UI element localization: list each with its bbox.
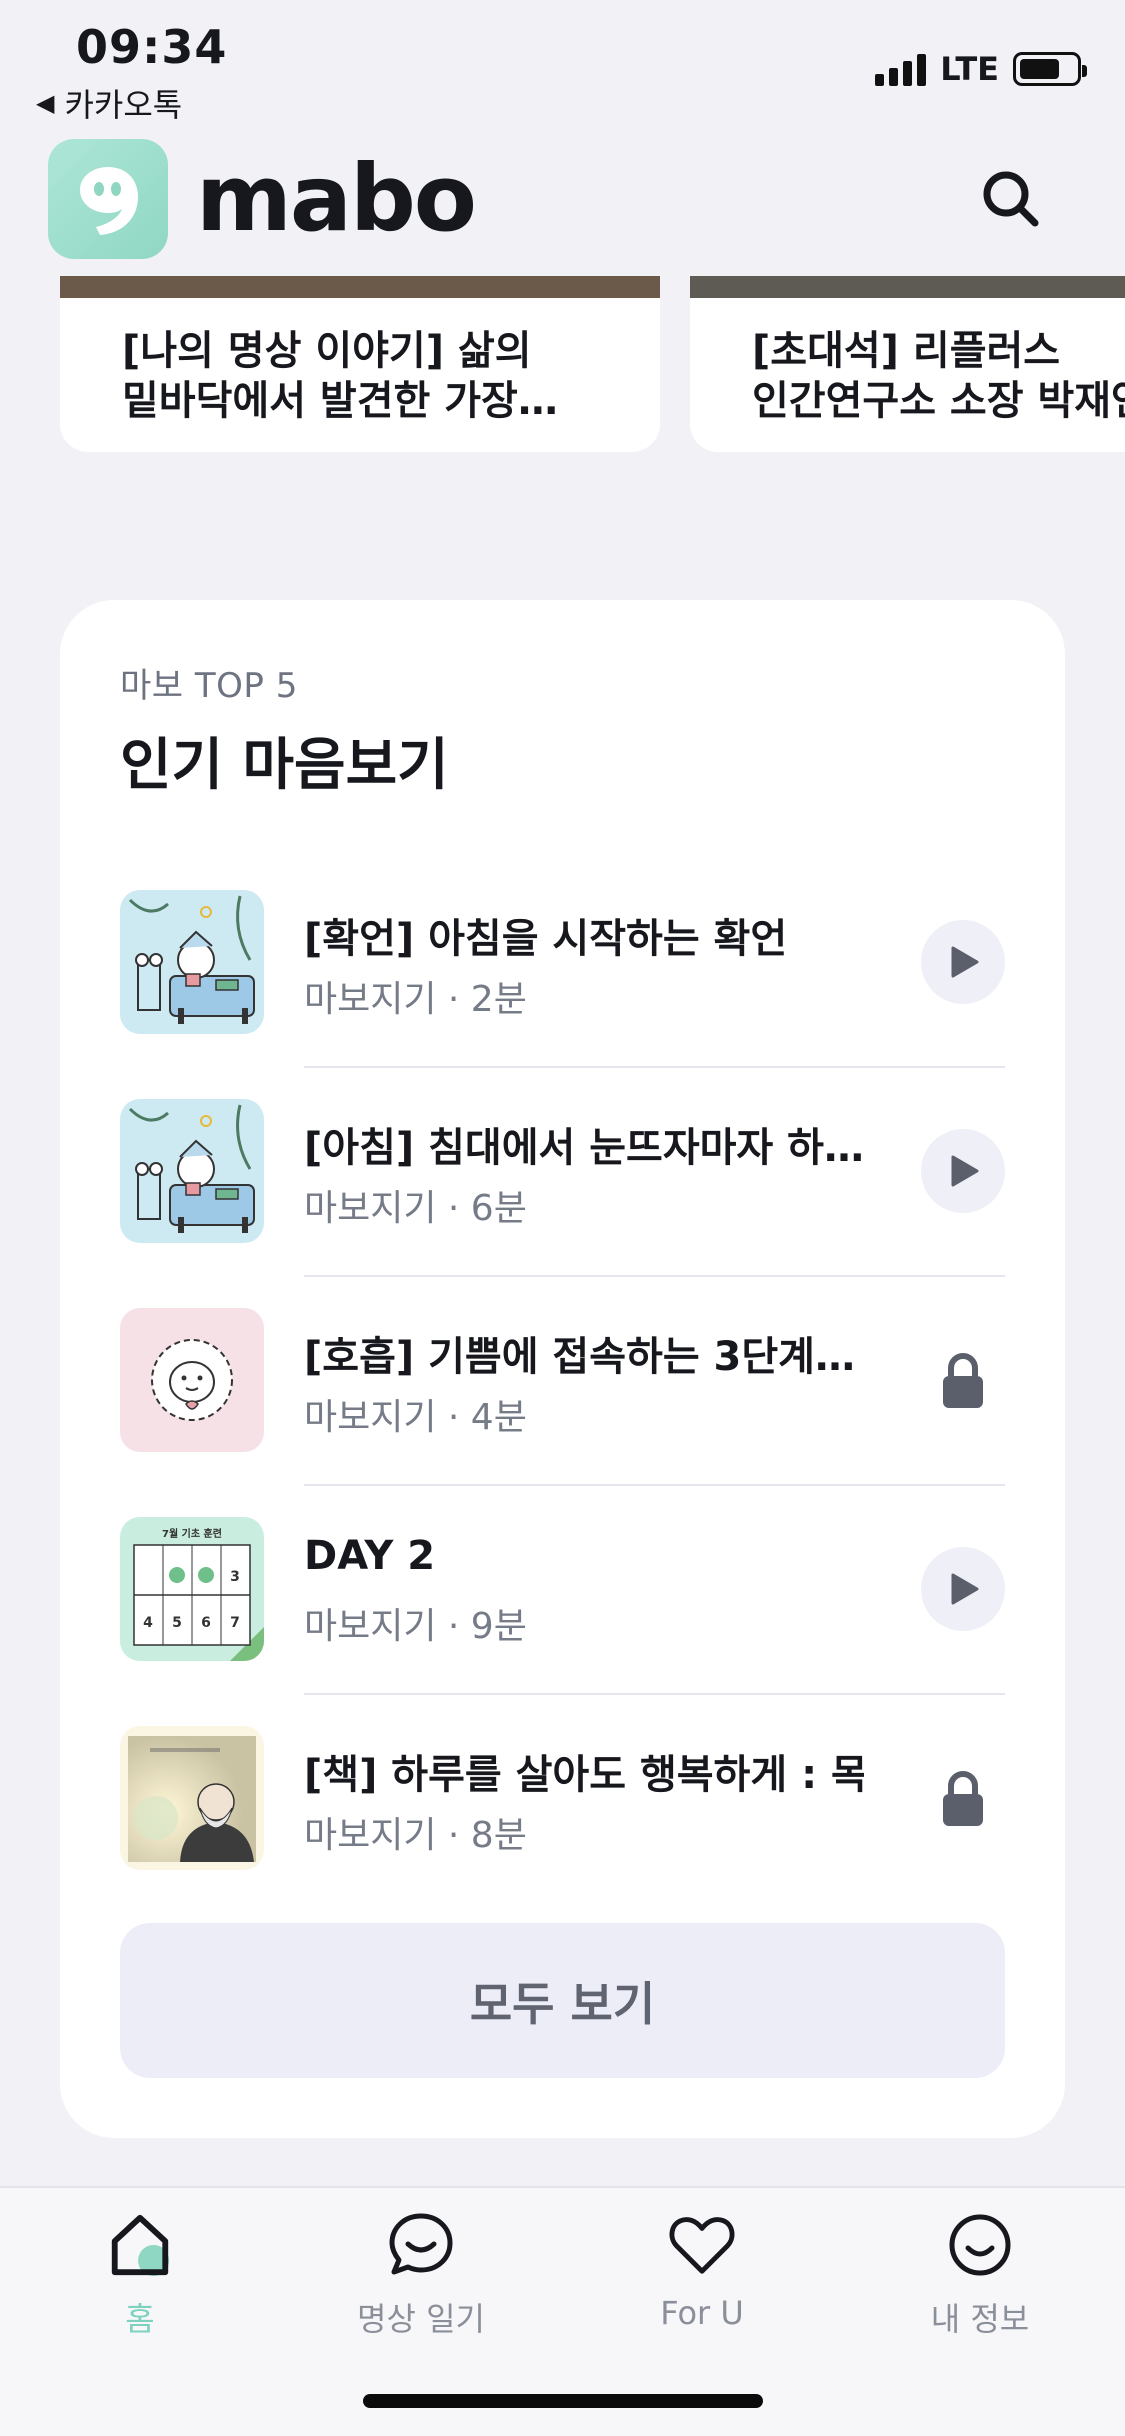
- home-icon: [105, 2210, 175, 2280]
- app-logo-text: mabo: [196, 145, 477, 252]
- play-button[interactable]: [921, 1547, 1005, 1631]
- top5-panel: 마보 TOP 5 인기 마음보기 [확언] 아침을 시작하는 확언 마보지기 ·…: [60, 600, 1065, 2138]
- back-to-app-link[interactable]: ◀ 카카오톡: [36, 80, 182, 126]
- book-cover-thumbnail: [120, 1726, 264, 1870]
- list-item[interactable]: [책] 하루를 살아도 행복하게 : 목… 마보지기 · 8분: [120, 1726, 1005, 1935]
- locked-indicator[interactable]: [921, 1756, 1005, 1840]
- featured-card[interactable]: [나의 명상 이야기] 삶의 밑바닥에서 발견한 가장…: [60, 276, 660, 452]
- battery-icon: [1013, 52, 1087, 86]
- logo-glyph-icon: [80, 167, 138, 235]
- search-button[interactable]: [975, 163, 1045, 233]
- tab-meditation-diary[interactable]: 명상 일기: [311, 2210, 531, 2340]
- back-app-label: 카카오톡: [64, 86, 183, 124]
- cat-in-bed-thumbnail: [120, 890, 264, 1034]
- divider: [304, 1484, 1005, 1486]
- list-item[interactable]: [아침] 침대에서 눈뜨자마자 하… 마보지기 · 6분: [120, 1099, 1005, 1308]
- calendar-number: 7: [230, 1615, 240, 1631]
- list-item-meta: 마보지기 · 9분: [304, 1606, 527, 1647]
- mabo-logo-icon: [48, 139, 168, 259]
- calendar-number: 3: [230, 1569, 240, 1585]
- play-icon: [951, 1573, 979, 1605]
- calendar-number: 4: [143, 1615, 153, 1631]
- sheep-thumbnail: [120, 1308, 264, 1452]
- status-indicators: LTE: [875, 50, 1087, 88]
- view-all-button[interactable]: 모두 보기: [120, 1923, 1005, 2078]
- app-header: mabo: [0, 135, 1125, 265]
- play-button[interactable]: [921, 920, 1005, 1004]
- status-bar: 09:34 ◀ 카카오톡 LTE: [0, 0, 1125, 130]
- list-item-title: DAY 2: [304, 1533, 436, 1579]
- home-indicator: [363, 2394, 763, 2408]
- lock-icon: [943, 1771, 983, 1826]
- calendar-header: 7월 기초 훈련: [162, 1527, 222, 1540]
- tab-my-info[interactable]: 내 정보: [870, 2210, 1090, 2340]
- list-item-meta: 마보지기 · 2분: [304, 979, 527, 1020]
- calendar-thumbnail: 7월 기초 훈련 3 4 5 6 7: [120, 1517, 264, 1661]
- locked-indicator[interactable]: [921, 1338, 1005, 1422]
- section-title: 인기 마음보기: [120, 733, 449, 798]
- calendar-number: 6: [201, 1615, 211, 1631]
- search-icon: [983, 171, 1039, 227]
- list-item-meta: 마보지기 · 6분: [304, 1188, 527, 1229]
- heart-icon: [667, 2210, 737, 2280]
- tab-label: For U: [660, 2294, 744, 2332]
- play-icon: [951, 946, 979, 978]
- play-button[interactable]: [921, 1129, 1005, 1213]
- featured-card-image: [60, 276, 660, 298]
- lock-icon: [943, 1353, 983, 1408]
- list-item-title: [호흡] 기쁨에 접속하는 3단계…: [304, 1334, 855, 1380]
- list-item-meta: 마보지기 · 4분: [304, 1397, 527, 1438]
- tab-label: 홈: [125, 2300, 155, 2338]
- featured-card[interactable]: [초대석] 리플러스 인간연구소 소장 박재연: [690, 276, 1125, 452]
- tab-label: 내 정보: [930, 2300, 1030, 2338]
- list-item-title: [확언] 아침을 시작하는 확언: [304, 916, 788, 962]
- network-label: LTE: [940, 50, 999, 88]
- smile-icon: [945, 2210, 1015, 2280]
- list-item-title: [아침] 침대에서 눈뜨자마자 하…: [304, 1125, 864, 1171]
- chat-bubble-icon: [386, 2210, 456, 2280]
- calendar-number: 5: [172, 1615, 182, 1631]
- status-time: 09:34: [76, 20, 228, 74]
- tab-label: 명상 일기: [357, 2300, 485, 2338]
- divider: [304, 1693, 1005, 1695]
- tab-for-u[interactable]: For U: [592, 2210, 812, 2340]
- featured-card-title: [초대석] 리플러스 인간연구소 소장 박재연: [752, 328, 1125, 424]
- divider: [304, 1275, 1005, 1277]
- list-item[interactable]: [확언] 아침을 시작하는 확언 마보지기 · 2분: [120, 890, 1005, 1099]
- signal-icon: [875, 52, 927, 86]
- tab-home[interactable]: 홈: [30, 2210, 250, 2340]
- cat-in-bed-thumbnail: [120, 1099, 264, 1243]
- list-item-meta: 마보지기 · 8분: [304, 1815, 527, 1856]
- list-item[interactable]: 7월 기초 훈련 3 4 5 6 7 DAY 2 마보지기 · 9분: [120, 1517, 1005, 1726]
- featured-card-image: [690, 276, 1125, 298]
- featured-card-title: [나의 명상 이야기] 삶의 밑바닥에서 발견한 가장…: [122, 328, 558, 424]
- back-triangle-icon: ◀: [36, 89, 55, 117]
- divider: [304, 1066, 1005, 1068]
- list-item[interactable]: [호흡] 기쁨에 접속하는 3단계… 마보지기 · 4분: [120, 1308, 1005, 1517]
- list-item-title: [책] 하루를 살아도 행복하게 : 목…: [304, 1752, 864, 1798]
- play-icon: [951, 1155, 979, 1187]
- section-kicker: 마보 TOP 5: [120, 666, 298, 706]
